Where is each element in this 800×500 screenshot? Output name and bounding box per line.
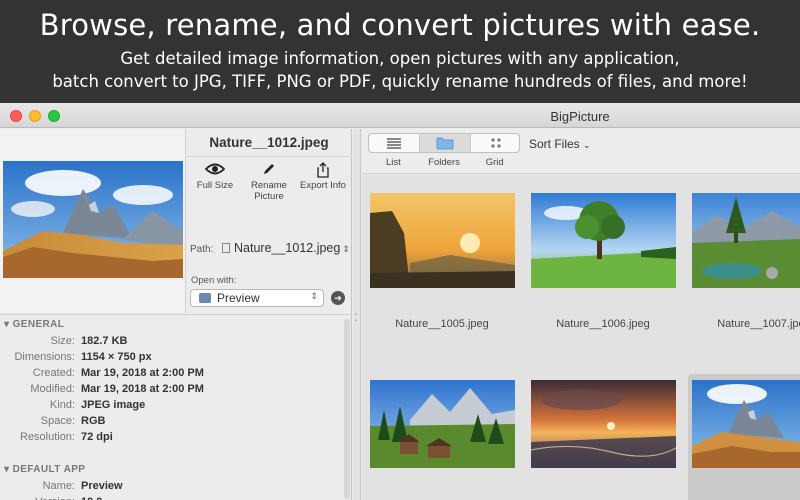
default-app-section-heading[interactable]: ▾ DEFAULT APP: [4, 464, 85, 475]
general-section-heading[interactable]: ▾ GENERAL: [4, 319, 64, 330]
share-icon: [296, 162, 350, 180]
arrow-right-icon: ➔: [334, 293, 342, 303]
folders-view-label: Folders: [428, 157, 460, 168]
browser-toolbar: List Folders Grid Sort Files ⌄: [362, 129, 800, 174]
promo-banner: Browse, rename, and convert pictures wit…: [0, 0, 800, 103]
chevron-down-icon: ⌄: [583, 140, 591, 150]
thumbnail-caption: Nature__1007.jpeg: [717, 318, 800, 330]
eye-icon: [188, 162, 242, 180]
thumbnail-grid: Nature__1005.jpeg Nature__1006.jpeg Natu…: [362, 175, 800, 500]
folder-icon: [436, 137, 454, 150]
list-view-button[interactable]: [369, 134, 420, 152]
divider-grip-icon: ▪ ▪: [355, 312, 358, 324]
thumbnail-item[interactable]: [370, 380, 515, 468]
info-value: RGB: [81, 415, 106, 427]
info-key: Version:: [35, 496, 75, 500]
preview-image[interactable]: [3, 161, 183, 278]
thumbnail-item[interactable]: [692, 193, 800, 288]
window-title: BigPicture: [550, 109, 610, 124]
file-icon: [222, 243, 230, 253]
full-size-label: Full Size: [196, 180, 234, 191]
path-value: Nature__1012.jpeg: [234, 241, 341, 255]
info-scrollbar[interactable]: [344, 319, 350, 499]
thumbnail-item[interactable]: [370, 193, 515, 288]
banner-headline: Browse, rename, and convert pictures wit…: [39, 8, 761, 42]
rename-picture-button[interactable]: Rename Picture: [242, 162, 296, 202]
info-key: Kind:: [49, 399, 75, 411]
grid-icon: [491, 138, 501, 148]
info-value: Mar 19, 2018 at 2:00 PM: [81, 383, 204, 395]
sort-files-label: Sort Files: [529, 137, 580, 151]
banner-subtitle-line-2: batch convert to JPG, TIFF, PNG or PDF, …: [52, 72, 748, 91]
open-with-select[interactable]: Preview ⇕: [190, 289, 324, 307]
grid-view-button[interactable]: [471, 134, 519, 152]
list-icon: [387, 138, 401, 149]
open-with-value: Preview: [217, 291, 260, 305]
thumbnail-item[interactable]: [692, 380, 800, 468]
info-value: Mar 19, 2018 at 2:00 PM: [81, 367, 204, 379]
info-value: Preview: [81, 480, 123, 492]
thumbnail-item[interactable]: [531, 380, 676, 468]
info-value: 1154 × 750 px: [81, 351, 152, 363]
default-app-heading-label: DEFAULT APP: [12, 464, 86, 475]
pencil-icon: [242, 162, 296, 180]
chevron-updown-icon: ⇕: [342, 244, 350, 254]
info-key: Created:: [32, 367, 75, 379]
preview-app-icon: [199, 293, 211, 303]
thumbnail-caption: Nature__1005.jpeg: [395, 318, 489, 330]
folders-view-button[interactable]: [420, 134, 471, 152]
view-mode-labels: List Folders Grid: [368, 157, 520, 168]
app-window: BigPicture Nature__1012.jpeg Full Size R…: [0, 103, 800, 500]
path-label: Path:: [190, 244, 214, 255]
info-list: ▾ GENERAL Size: 182.7 KB Dimensions: 1154 ×…: [0, 314, 352, 500]
zoom-window-button[interactable]: [48, 110, 60, 122]
list-view-label: List: [385, 157, 401, 168]
info-key: Modified:: [30, 383, 75, 395]
info-value: 10.0: [81, 496, 102, 500]
image-preview-panel: [0, 129, 186, 313]
chevron-updown-icon: ⇕: [310, 291, 318, 301]
info-value: JPEG image: [81, 399, 146, 411]
close-window-button[interactable]: [10, 110, 22, 122]
file-browser: List Folders Grid Sort Files ⌄ Nature__1…: [362, 129, 800, 500]
sort-files-menu[interactable]: Sort Files ⌄: [529, 137, 591, 151]
path-row: Path: Nature__1012.jpeg ⇕: [190, 241, 352, 255]
rename-picture-label: Rename Picture: [251, 180, 287, 202]
split-view-divider[interactable]: ▪ ▪: [353, 129, 361, 500]
info-value: 182.7 KB: [81, 335, 128, 347]
path-popup[interactable]: Nature__1012.jpeg ⇕: [222, 241, 350, 255]
open-arrow-button[interactable]: ➔: [331, 291, 345, 305]
open-with-label: Open with:: [191, 275, 237, 286]
export-info-label: Export Info: [300, 180, 346, 191]
info-key: Name:: [42, 480, 75, 492]
info-key: Space:: [40, 415, 75, 427]
info-key: Resolution:: [19, 431, 75, 443]
thumbnail-item[interactable]: [531, 193, 676, 288]
info-key: Size:: [50, 335, 75, 347]
thumbnail-caption: Nature__1006.jpeg: [556, 318, 650, 330]
info-sidebar: Nature__1012.jpeg Full Size Rename Pictu…: [0, 129, 352, 500]
action-buttons: Full Size Rename Picture Export Info: [186, 158, 352, 210]
grid-view-label: Grid: [485, 157, 504, 168]
banner-subtitle-line-1: Get detailed image information, open pic…: [120, 49, 680, 68]
window-titlebar[interactable]: BigPicture: [0, 103, 800, 128]
info-key: Dimensions:: [14, 351, 75, 363]
general-heading-label: GENERAL: [12, 319, 65, 330]
full-size-button[interactable]: Full Size: [188, 162, 242, 191]
export-info-button[interactable]: Export Info: [296, 162, 350, 191]
view-mode-control: [368, 133, 520, 153]
selected-filename: Nature__1012.jpeg: [186, 129, 352, 157]
info-value: 72 dpi: [81, 431, 113, 443]
minimize-window-button[interactable]: [29, 110, 41, 122]
